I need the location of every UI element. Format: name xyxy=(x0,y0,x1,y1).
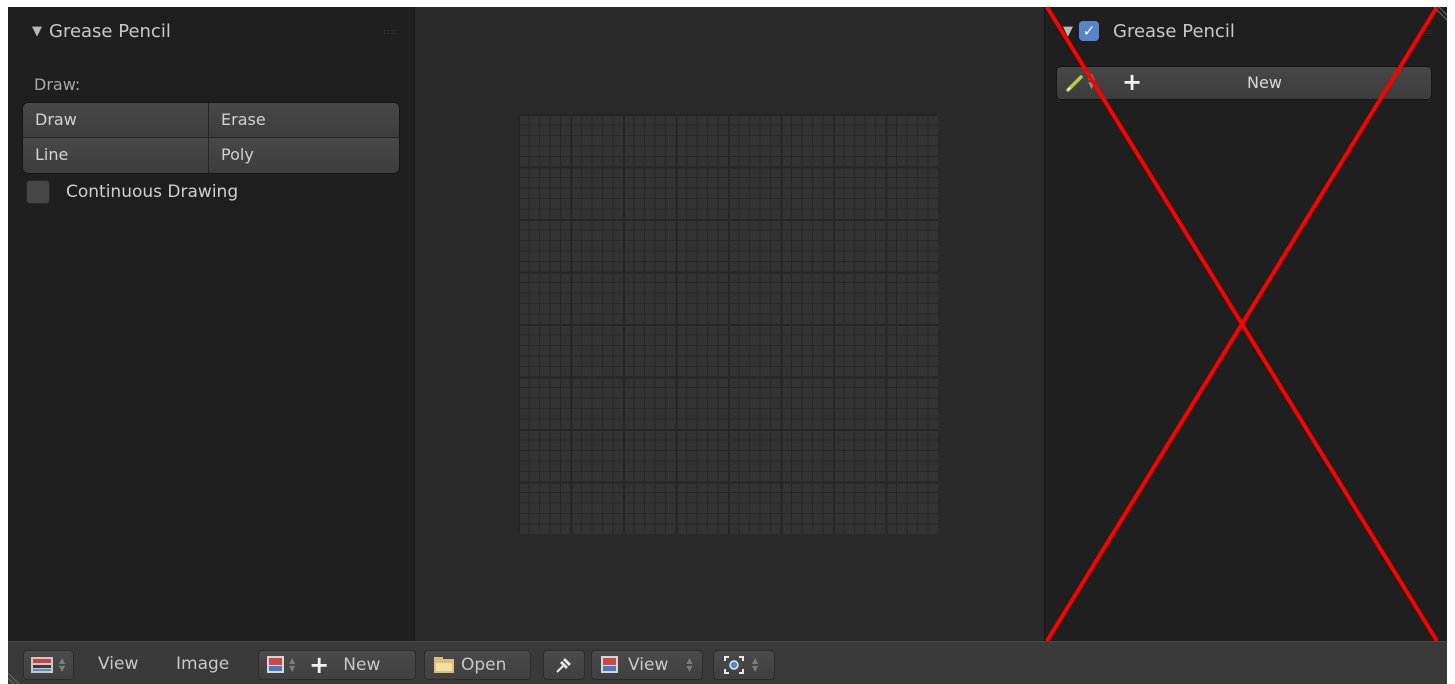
draw-mode-buttons: Draw Erase Line Poly xyxy=(22,102,400,174)
open-label: Open xyxy=(461,655,507,675)
view-mode-selector[interactable]: View ▲ ▼ xyxy=(591,650,703,680)
grease-pencil-panel-header[interactable]: ▼ Grease Pencil :::: xyxy=(8,7,414,55)
continuous-drawing-option[interactable]: Continuous Drawing xyxy=(26,180,238,204)
panel-title: Grease Pencil xyxy=(49,20,171,42)
image-menu[interactable]: Image xyxy=(176,650,229,678)
red-x-overlay xyxy=(1045,7,1439,641)
area-corner-grip-icon[interactable] xyxy=(8,669,24,684)
properties-panel-title: Grease Pencil xyxy=(1113,20,1235,42)
grease-pencil-datablock-selector[interactable]: ▲ ▼ + New xyxy=(1056,66,1432,100)
image-editor-window: ▼ Grease Pencil :::: Draw: Draw Erase Li… xyxy=(8,7,1447,684)
continuous-drawing-label: Continuous Drawing xyxy=(66,182,239,202)
image-viewport[interactable] xyxy=(415,7,1044,641)
view-mode-label: View xyxy=(628,655,669,675)
draw-label: Draw: xyxy=(34,75,81,94)
uv-grid xyxy=(518,114,938,534)
tool-shelf-panel: ▼ Grease Pencil :::: Draw: Draw Erase Li… xyxy=(8,7,415,641)
editor-header-bar: ▲ ▼ View Image ▲ ▼ + New Open View ▲ ▼ ▲… xyxy=(8,641,1447,684)
area-corner-grip-icon[interactable] xyxy=(1430,7,1447,25)
poly-button[interactable]: Poly xyxy=(209,138,399,173)
pencil-icon[interactable] xyxy=(1065,73,1085,93)
plus-icon[interactable]: + xyxy=(309,651,329,679)
grease-pencil-properties-header[interactable]: ▼ ✓ Grease Pencil :::: xyxy=(1045,7,1447,55)
collapse-triangle-icon[interactable]: ▼ xyxy=(1063,24,1073,39)
open-image-button[interactable]: Open xyxy=(424,650,531,680)
updown-arrow-icon: ▲ ▼ xyxy=(752,656,759,673)
folder-icon xyxy=(434,657,454,673)
updown-arrow-icon: ▲ ▼ xyxy=(59,656,66,673)
updown-arrow-icon: ▲ ▼ xyxy=(289,656,296,673)
continuous-drawing-checkbox[interactable] xyxy=(26,180,50,204)
editor-type-selector[interactable]: ▲ ▼ xyxy=(23,650,74,680)
pin-icon xyxy=(556,658,571,673)
updown-arrow-icon[interactable]: ▲ ▼ xyxy=(1088,73,1095,91)
draw-button[interactable]: Draw xyxy=(23,103,209,138)
drag-grip-icon[interactable]: :::: xyxy=(383,27,398,36)
grease-pencil-enabled-checkbox[interactable]: ✓ xyxy=(1079,21,1099,41)
line-button[interactable]: Line xyxy=(23,138,209,173)
image-icon xyxy=(267,656,284,673)
pivot-point-icon xyxy=(724,656,744,674)
image-editor-icon xyxy=(31,657,53,673)
pivot-point-selector[interactable]: ▲ ▼ xyxy=(713,650,775,680)
pin-button[interactable] xyxy=(543,650,585,680)
image-icon xyxy=(601,656,618,673)
image-datablock-selector[interactable]: ▲ ▼ + New xyxy=(258,650,416,680)
view-menu[interactable]: View xyxy=(98,650,138,678)
properties-panel: ▼ ✓ Grease Pencil :::: ▲ ▼ + New xyxy=(1044,7,1447,641)
erase-button[interactable]: Erase xyxy=(209,103,399,138)
updown-arrow-icon: ▲ ▼ xyxy=(686,656,693,673)
collapse-triangle-icon[interactable]: ▼ xyxy=(32,24,42,39)
plus-icon[interactable]: + xyxy=(1122,69,1142,95)
new-grease-pencil-button[interactable]: New xyxy=(1247,73,1282,92)
drag-grip-icon[interactable]: :::: xyxy=(1421,27,1432,36)
new-image-button[interactable]: New xyxy=(343,655,380,675)
